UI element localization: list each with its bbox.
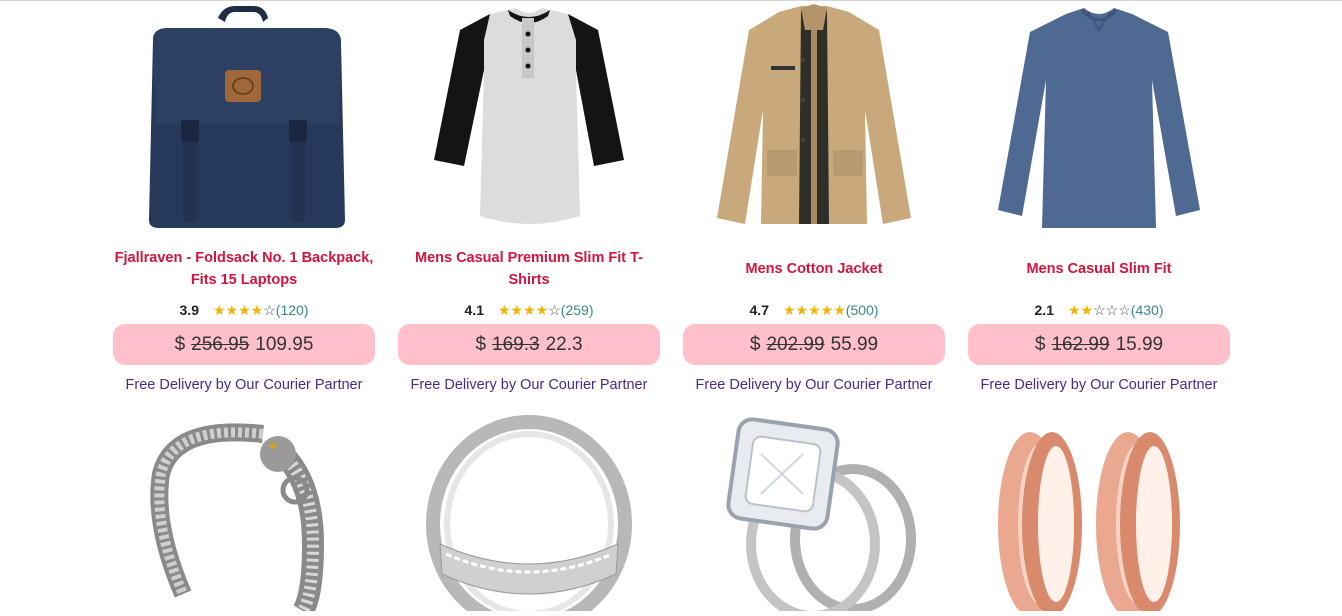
current-price: 22.3 [545,333,583,355]
star-rating: ★ ★ ☆ ☆ ☆ [1068,302,1131,319]
star-filled-icon: ★ [1067,301,1081,318]
star-rating: ★ ★ ★ ★ ☆ [213,302,276,319]
currency-symbol: $ [174,333,186,355]
product-title-line: Fits 15 Laptops [190,272,298,288]
rating-value: 2.1 [1034,302,1054,318]
product-card[interactable]: Fjallraven - Foldsack No. 1 Backpack, Fi… [113,0,375,393]
currency-symbol: $ [1034,333,1046,355]
product-card[interactable] [683,414,945,616]
product-image-diamond-ring-set[interactable] [683,414,945,616]
current-price: 15.99 [1115,333,1164,355]
rating-row: 3.9 ★ ★ ★ ★ ☆ (120) [113,300,375,320]
product-card[interactable]: Mens Cotton Jacket 4.7 ★ ★ ★ ★ ★ (500) $ 202… [683,0,945,393]
product-title-line: Fjallraven - Foldsack No. 1 Backpack, [114,250,374,266]
star-filled-icon: ★ [535,301,549,318]
star-filled-icon: ★ [497,301,511,318]
star-filled-icon: ★ [250,301,264,318]
rating-row: 4.1 ★ ★ ★ ★ ☆ (259) [398,300,660,320]
star-filled-icon: ★ [212,301,226,318]
rating-count: (259) [560,302,594,318]
product-image-backpack[interactable] [113,0,375,230]
star-rating: ★ ★ ★ ★ ★ [783,302,846,319]
star-empty-icon: ☆ [548,301,561,318]
rating-count: (120) [275,302,309,318]
old-price: 169.3 [492,333,540,355]
product-title-line: Mens Casual Premium Slim Fit T- [414,250,644,266]
price-badge: $ 256.95 109.95 [113,324,375,365]
old-price: 256.95 [191,333,250,355]
product-image-long-sleeve-shirt[interactable] [968,0,1230,230]
star-rating: ★ ★ ★ ★ ☆ [498,302,561,319]
star-filled-icon: ★ [782,301,796,318]
product-image-rose-gold-plugs[interactable] [968,414,1230,616]
star-filled-icon: ★ [225,301,239,318]
product-image-dragon-bracelet[interactable] [113,414,375,616]
star-filled-icon: ★ [795,301,809,318]
old-price: 162.99 [1051,333,1110,355]
star-filled-icon: ★ [820,301,834,318]
rating-count: (500) [845,302,879,318]
currency-symbol: $ [475,333,487,355]
star-empty-icon: ☆ [1118,301,1131,318]
rating-value: 4.7 [749,302,769,318]
star-filled-icon: ★ [808,301,821,318]
star-filled-icon: ★ [510,301,524,318]
product-card[interactable] [398,414,660,616]
star-empty-icon: ☆ [263,301,276,318]
rating-row: 2.1 ★ ★ ☆ ☆ ☆ (430) [968,300,1230,320]
product-card[interactable]: Mens Casual Premium Slim Fit T- Shirts 4… [398,0,660,393]
price-badge: $ 162.99 15.99 [968,324,1230,365]
rating-row: 4.7 ★ ★ ★ ★ ★ (500) [683,300,945,320]
price-badge: $ 169.3 22.3 [398,324,660,365]
star-filled-icon: ★ [833,301,846,318]
price-badge: $ 202.99 55.99 [683,324,945,365]
product-title[interactable]: Mens Cotton Jacket [683,258,945,280]
product-title-line: Shirts [508,272,550,288]
star-filled-icon: ★ [523,301,536,318]
delivery-note: Free Delivery by Our Courier Partner [695,377,933,393]
product-card[interactable]: Mens Casual Slim Fit 2.1 ★ ★ ☆ ☆ ☆ (430) $ 1… [968,0,1230,393]
delivery-note: Free Delivery by Our Courier Partner [125,377,363,393]
product-card[interactable] [113,414,375,616]
rating-count: (430) [1130,302,1164,318]
product-grid: Fjallraven - Foldsack No. 1 Backpack, Fi… [0,0,1342,616]
old-price: 202.99 [766,333,825,355]
star-filled-icon: ★ [238,301,251,318]
star-empty-icon: ☆ [1105,301,1119,318]
delivery-note: Free Delivery by Our Courier Partner [410,377,648,393]
rating-value: 3.9 [179,302,199,318]
product-image-cotton-jacket[interactable] [683,0,945,230]
delivery-note: Free Delivery by Our Courier Partner [980,377,1218,393]
product-title[interactable]: Mens Casual Premium Slim Fit T- Shirts [398,247,660,291]
product-image-raglan-tshirt[interactable] [398,0,660,230]
currency-symbol: $ [749,333,761,355]
current-price: 109.95 [255,333,314,355]
rating-value: 4.1 [464,302,484,318]
product-image-silver-ring[interactable] [398,414,660,616]
product-title[interactable]: Mens Casual Slim Fit [968,258,1230,280]
product-title[interactable]: Fjallraven - Foldsack No. 1 Backpack, Fi… [113,247,375,291]
product-title-line: Mens Cotton Jacket [745,261,883,277]
star-empty-icon: ☆ [1093,301,1106,318]
product-title-line: Mens Casual Slim Fit [1026,261,1172,277]
star-filled-icon: ★ [1080,301,1094,318]
current-price: 55.99 [830,333,879,355]
product-card[interactable] [968,414,1230,616]
